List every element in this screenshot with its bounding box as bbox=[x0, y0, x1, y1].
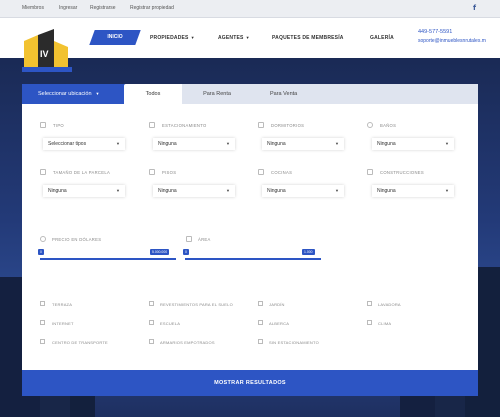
area-range-track[interactable] bbox=[185, 258, 321, 260]
floors-icon bbox=[149, 169, 155, 175]
area-range-label: ÁREA bbox=[198, 237, 211, 242]
price-range-label: PRECIO EN DÓLARES bbox=[52, 237, 102, 242]
chevron-down-icon: ▼ bbox=[335, 188, 339, 193]
construction-icon bbox=[367, 169, 373, 175]
bedroom-icon bbox=[258, 122, 264, 128]
price-icon bbox=[40, 236, 46, 242]
price-max-handle[interactable]: 5.000.000 bbox=[150, 249, 170, 255]
amenity-checkbox[interactable] bbox=[367, 301, 372, 306]
amenity-label: LAVADORA bbox=[378, 302, 401, 307]
amenity-label: REVESTIMIENTOS PARA EL SUELO bbox=[160, 302, 233, 307]
nav-gallery[interactable]: GALERÍA bbox=[370, 35, 394, 41]
type-icon bbox=[40, 122, 46, 128]
top-bar: Miembros Ingresar Registrarse Registrar … bbox=[0, 0, 500, 18]
location-select[interactable]: Seleccionar ubicación ▼ bbox=[22, 84, 126, 104]
constructions-select[interactable]: Ninguna ▼ bbox=[372, 185, 454, 197]
parking-icon bbox=[149, 122, 155, 128]
field-label: ESTACIONAMIENTO bbox=[162, 123, 207, 128]
floors-select[interactable]: Ninguna ▼ bbox=[153, 185, 235, 197]
parking-select[interactable]: Ninguna ▼ bbox=[153, 138, 235, 150]
amenity-label: JARDÍN bbox=[269, 302, 285, 307]
amenity-label: CENTRO DE TRANSPORTE bbox=[52, 340, 108, 345]
area-min-handle[interactable]: 0 bbox=[183, 249, 189, 255]
field-label: CONSTRUCCIONES bbox=[380, 170, 424, 175]
type-select[interactable]: Seleccionar tipos ▼ bbox=[43, 138, 125, 150]
chevron-down-icon: ▼ bbox=[116, 188, 120, 193]
register-property-link[interactable]: Registrar propiedad bbox=[130, 5, 174, 11]
chevron-down-icon: ▼ bbox=[190, 35, 195, 40]
kitchen-icon bbox=[258, 169, 264, 175]
chevron-down-icon: ▼ bbox=[95, 91, 100, 96]
nav-agents[interactable]: AGENTES ▼ bbox=[218, 35, 250, 41]
login-link[interactable]: Ingresar bbox=[59, 5, 77, 11]
bathrooms-select[interactable]: Ninguna ▼ bbox=[372, 138, 454, 150]
amenity-checkbox[interactable] bbox=[258, 301, 263, 306]
plot-size-select[interactable]: Ninguna ▼ bbox=[43, 185, 125, 197]
amenity-checkbox[interactable] bbox=[149, 339, 154, 344]
chevron-down-icon: ▼ bbox=[445, 141, 449, 146]
phone-number[interactable]: 449-577-5591 bbox=[418, 29, 452, 35]
amenity-checkbox[interactable] bbox=[149, 320, 154, 325]
amenity-checkbox[interactable] bbox=[40, 320, 45, 325]
amenity-checkbox[interactable] bbox=[258, 339, 263, 344]
field-label: TIPO bbox=[53, 123, 64, 128]
svg-text:IV: IV bbox=[40, 49, 49, 59]
tab-all[interactable]: Todos bbox=[124, 84, 182, 104]
amenity-label: ALBERCA bbox=[269, 321, 290, 326]
amenity-label: SIN ESTACIONAMIENTO bbox=[269, 340, 319, 345]
register-link[interactable]: Registrarse bbox=[90, 5, 116, 11]
chevron-down-icon: ▼ bbox=[116, 141, 120, 146]
plot-size-icon bbox=[40, 169, 46, 175]
bedrooms-select[interactable]: Ninguna ▼ bbox=[262, 138, 344, 150]
field-label: BAÑOS bbox=[380, 123, 397, 128]
amenity-checkbox[interactable] bbox=[149, 301, 154, 306]
chevron-down-icon: ▼ bbox=[445, 188, 449, 193]
amenity-label: INTERNET bbox=[52, 321, 74, 326]
amenity-checkbox[interactable] bbox=[367, 320, 372, 325]
amenity-checkbox[interactable] bbox=[40, 301, 45, 306]
chevron-down-icon: ▼ bbox=[226, 188, 230, 193]
tab-rent[interactable]: Para Renta bbox=[182, 84, 252, 104]
members-link[interactable]: Miembros bbox=[22, 5, 44, 11]
chevron-down-icon: ▼ bbox=[335, 141, 339, 146]
search-panel bbox=[22, 84, 478, 371]
show-results-button[interactable]: MOSTRAR RESULTADOS bbox=[22, 370, 478, 396]
price-range-track[interactable] bbox=[40, 258, 176, 260]
tab-sale[interactable]: Para Venta bbox=[252, 84, 478, 104]
field-label: COCINAS bbox=[271, 170, 293, 175]
amenity-checkbox[interactable] bbox=[258, 320, 263, 325]
amenity-checkbox[interactable] bbox=[40, 339, 45, 344]
amenity-label: ARMARIOS EMPOTRADOS bbox=[160, 340, 215, 345]
chevron-down-icon: ▼ bbox=[226, 141, 230, 146]
nav-home[interactable]: INICIO bbox=[89, 30, 141, 45]
nav-membership[interactable]: PAQUETES DE MEMBRESÍA bbox=[272, 35, 344, 41]
field-label: TAMAÑO DE LA PARCELA bbox=[53, 170, 111, 175]
facebook-icon[interactable]: f bbox=[473, 4, 480, 12]
amenity-label: TERRAZA bbox=[52, 302, 73, 307]
nav-properties[interactable]: PROPIEDADES ▼ bbox=[150, 35, 195, 41]
area-icon bbox=[186, 236, 192, 242]
area-max-handle[interactable]: 1.000 bbox=[302, 249, 315, 255]
chevron-down-icon: ▼ bbox=[245, 35, 250, 40]
field-label: PISOS bbox=[162, 170, 177, 175]
kitchens-select[interactable]: Ninguna ▼ bbox=[262, 185, 344, 197]
amenity-label: ESCUELA bbox=[160, 321, 181, 326]
field-label: DORMITORIOS bbox=[271, 123, 305, 128]
bathroom-icon bbox=[367, 122, 373, 128]
amenity-label: CLIMA bbox=[378, 321, 392, 326]
email-address[interactable]: soporte@inmueblesnrutales.m bbox=[418, 38, 486, 44]
logo[interactable]: IV bbox=[18, 27, 78, 73]
price-min-handle[interactable]: 0 bbox=[38, 249, 44, 255]
